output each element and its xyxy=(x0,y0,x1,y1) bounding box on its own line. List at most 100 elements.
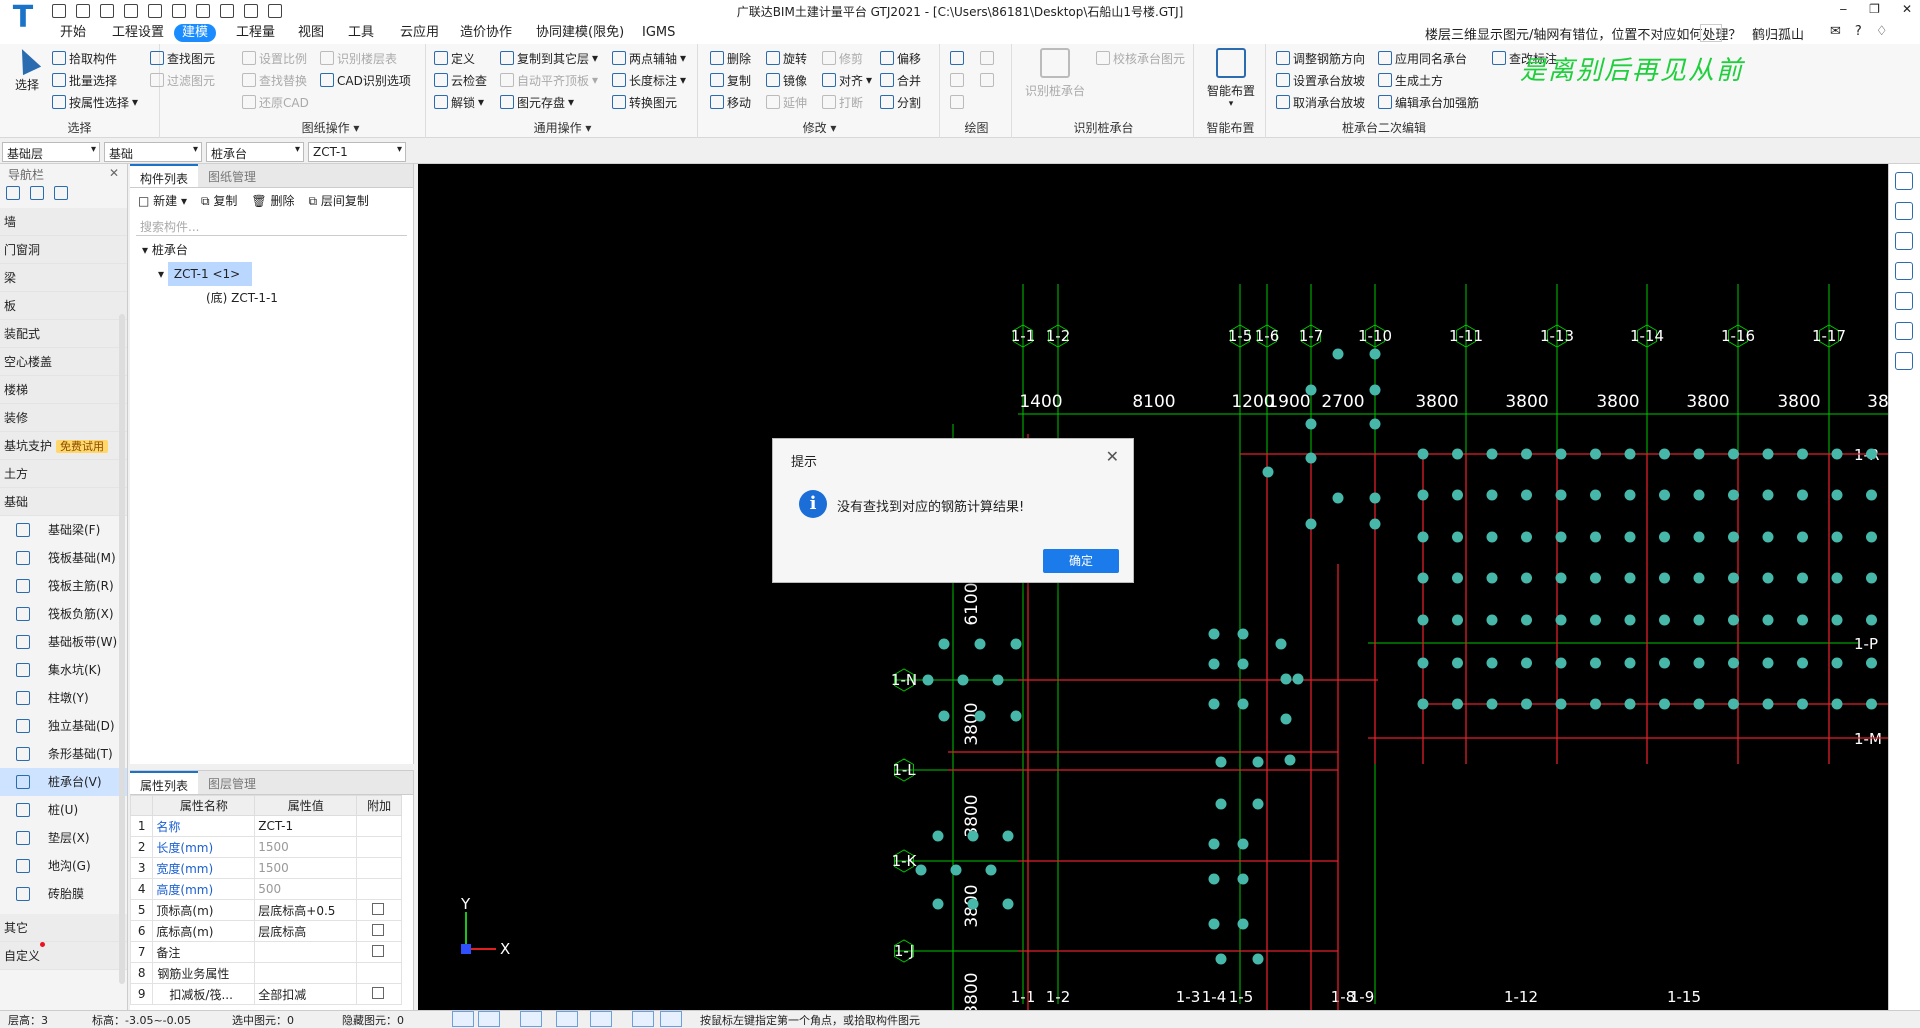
minimize-button[interactable]: ‒ xyxy=(1840,2,1848,16)
help-icon[interactable]: ? xyxy=(1855,24,1862,39)
help-question-link[interactable]: 楼层三维显示图元/轴网有错位，位置不对应如何处理？ xyxy=(1425,24,1741,43)
menu-cloud[interactable]: 云应用 xyxy=(392,24,447,42)
nav-cat-foundation[interactable]: 基础 xyxy=(0,488,127,516)
extra-checkbox[interactable] xyxy=(372,902,385,915)
set-scale-button[interactable]: 设置比例 xyxy=(242,48,307,68)
list-view-icon[interactable] xyxy=(30,186,44,200)
tab-component-list[interactable]: 构件列表 xyxy=(130,164,199,187)
angle-snap-button[interactable] xyxy=(556,1011,578,1027)
box-view-icon[interactable] xyxy=(1895,262,1913,280)
arc-draw-button[interactable] xyxy=(950,92,964,112)
redo-icon[interactable] xyxy=(172,4,186,18)
tab-layer-management[interactable]: 图层管理 xyxy=(198,771,266,794)
prop-value[interactable]: 500 xyxy=(254,878,358,900)
nav-item-sump[interactable]: 集水坑(K) xyxy=(0,656,127,684)
menu-view[interactable]: 视图 xyxy=(290,24,332,42)
select-button[interactable]: 选择 xyxy=(10,44,44,93)
prop-value[interactable] xyxy=(254,962,358,984)
extra-checkbox[interactable] xyxy=(372,923,385,936)
menu-project-settings[interactable]: 工程设置 xyxy=(104,24,172,42)
menu-tools[interactable]: 工具 xyxy=(340,24,382,42)
move-button[interactable]: 移动 xyxy=(710,92,751,112)
prop-value[interactable]: 全部扣减 xyxy=(254,983,358,1005)
tree-root[interactable]: ▾ 桩承台 xyxy=(130,238,413,262)
nav-cat-prefab[interactable]: 装配式 xyxy=(0,320,127,348)
floor-copy-button[interactable]: ⧉ 层间复制 xyxy=(309,192,369,210)
convert-element-button[interactable]: 转换图元 xyxy=(612,92,677,112)
modify-title[interactable]: 修改 ▾ xyxy=(700,119,939,136)
delete-component-button[interactable]: 🗑 删除 xyxy=(251,192,294,210)
app-logo[interactable]: T xyxy=(6,2,40,36)
skin-icon[interactable]: ♢ xyxy=(1876,24,1888,39)
split-button[interactable]: 分割 xyxy=(880,92,921,112)
nav-cat-custom[interactable]: 自定义 xyxy=(0,942,127,970)
drawing-canvas[interactable]: 1-1 1-2 1-5 1-6 1-7 1-10 1-11 1-13 1-14 1-16 1-17 1… xyxy=(418,164,1888,1010)
rect-draw-button[interactable] xyxy=(980,70,994,90)
cancel-cap-slope-button[interactable]: 取消承台放坡 xyxy=(1276,92,1365,112)
property-row[interactable]: 8 钢筋业务属性 xyxy=(129,962,402,984)
dyn-input-button[interactable] xyxy=(632,1011,654,1027)
grid-view-icon[interactable] xyxy=(244,4,258,18)
nav-cat-door-window[interactable]: 门窗洞 xyxy=(0,236,127,264)
property-row[interactable]: 2 长度(mm) 1500 xyxy=(129,836,402,858)
restore-cad-button[interactable]: 还原CAD xyxy=(242,92,309,112)
cad-options-button[interactable]: CAD识别选项 xyxy=(320,70,411,90)
pin-icon[interactable] xyxy=(6,186,20,200)
point-draw-button[interactable] xyxy=(950,48,964,68)
menu-cost-collab[interactable]: 造价协作 xyxy=(452,24,520,42)
nav-cat-pit-support[interactable]: 基坑支护 免费试用 xyxy=(0,432,127,460)
fit-view-icon[interactable] xyxy=(1895,292,1913,310)
property-row[interactable]: 3 宽度(mm) 1500 xyxy=(129,857,402,879)
nav-item-pile-cap[interactable]: 桩承台(V) xyxy=(0,768,127,796)
rotate-point-button[interactable] xyxy=(980,48,994,68)
batch-select-button[interactable]: 批量选择 xyxy=(52,70,117,90)
tree-child-zct1-1[interactable]: (底) ZCT-1-1 xyxy=(130,286,413,310)
disk-icon[interactable] xyxy=(124,4,138,18)
auto-align-slab-button[interactable]: 自动平齐顶板 ▾ xyxy=(500,70,598,90)
grid-snap-button[interactable] xyxy=(590,1011,612,1027)
extra-checkbox[interactable] xyxy=(372,986,385,999)
copy-button[interactable]: 复制 xyxy=(710,70,751,90)
detail-view-icon[interactable] xyxy=(54,186,68,200)
message-icon[interactable]: ✉ xyxy=(1830,24,1841,39)
nav-cat-hollow-floor[interactable]: 空心楼盖 xyxy=(0,348,127,376)
nav-item-strip-footing[interactable]: 条形基础(T) xyxy=(0,740,127,768)
settings-icon[interactable] xyxy=(1895,322,1913,340)
adjust-rebar-dir-button[interactable]: 调整钢筋方向 xyxy=(1276,48,1365,68)
define-button[interactable]: 定义 xyxy=(434,48,475,68)
tree-item-zct1[interactable]: ▾ ZCT-1 <1> xyxy=(130,262,413,286)
nav-cat-stair[interactable]: 楼梯 xyxy=(0,376,127,404)
nav-cat-decoration[interactable]: 装修 xyxy=(0,404,127,432)
unlock-button[interactable]: 解锁 ▾ xyxy=(434,92,484,112)
save-icon[interactable] xyxy=(52,4,66,18)
nav-item-raft[interactable]: 筏板基础(M) xyxy=(0,544,127,572)
category-select[interactable]: 基础 xyxy=(104,142,202,162)
prop-value[interactable]: 1500 xyxy=(254,836,358,858)
extra-checkbox[interactable] xyxy=(372,944,385,957)
orbit-icon[interactable] xyxy=(1895,172,1913,190)
property-row[interactable]: 4 高度(mm) 500 xyxy=(129,878,402,900)
new-component-button[interactable]: □ 新建 ▾ xyxy=(138,192,187,210)
prop-value[interactable]: 层底标高 xyxy=(254,920,358,942)
menu-modeling[interactable]: 建模 xyxy=(174,24,217,42)
filter-element-button[interactable]: 过滤图元 xyxy=(150,70,215,90)
nav-scrollbar[interactable] xyxy=(119,314,125,984)
nav-cat-slab[interactable]: 板 xyxy=(0,292,127,320)
property-row[interactable]: 9 扣减板/筏... 全部扣减 xyxy=(129,983,402,1005)
length-dim-button[interactable]: 长度标注 ▾ xyxy=(612,70,686,90)
pick-component-button[interactable]: 拾取构件 xyxy=(52,48,117,68)
nav-cat-wall[interactable]: 墙 xyxy=(0,208,127,236)
property-row[interactable]: 5 顶标高(m) 层底标高+0.5 xyxy=(129,899,402,921)
merge-button[interactable]: 合并 xyxy=(880,70,921,90)
find-replace-button[interactable]: 查找替换 xyxy=(242,70,307,90)
floor-select[interactable]: 基础层 xyxy=(2,142,100,162)
extend-button[interactable]: 延伸 xyxy=(766,92,807,112)
recognize-pile-cap-button[interactable]: 识别桩承台 xyxy=(1020,48,1090,99)
help-search-button[interactable] xyxy=(1700,24,1722,42)
user-name[interactable]: 鹤归孤山 xyxy=(1752,24,1804,43)
prop-value[interactable]: 层底标高+0.5 xyxy=(254,899,358,921)
close-window-button[interactable]: ✕ xyxy=(1902,2,1912,16)
new-file-icon[interactable] xyxy=(76,4,90,18)
menu-igms[interactable]: IGMS xyxy=(634,24,683,42)
edit-cap-rebar-button[interactable]: 编辑承台加强筋 xyxy=(1378,92,1479,112)
